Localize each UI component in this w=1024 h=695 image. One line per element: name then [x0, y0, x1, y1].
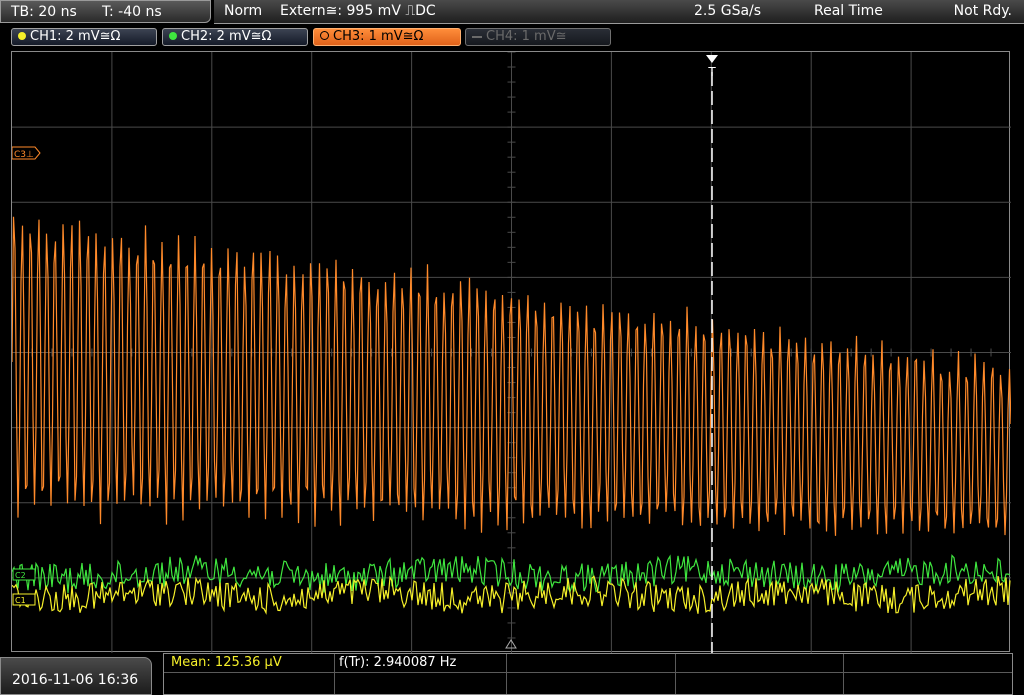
- trigger-mode-label: Norm: [224, 3, 263, 19]
- channel-4-label: CH4: 1 mV≅: [486, 29, 567, 44]
- measurement-col-divider: [843, 654, 844, 694]
- datetime-label: 2016-11-06 16:36: [12, 672, 139, 688]
- channel-3-dot-icon: [320, 31, 329, 40]
- sample-rate-label: 2.5 GSa/s: [694, 3, 762, 19]
- trigger-position-label: T: -40 ns: [102, 4, 162, 20]
- channel-1-dot-icon: [18, 31, 26, 40]
- channel-3-button[interactable]: CH3: 1 mV≅Ω: [313, 28, 461, 46]
- channel-4-off-icon: [472, 35, 482, 38]
- trigger-source-label: Extern≅: 995 mV ⎍DC: [280, 3, 436, 19]
- waveform-svg: T C3⊥ C2 C1: [12, 52, 1011, 653]
- channel-2-offset-marker[interactable]: C2: [12, 568, 36, 581]
- top-status-bar: TB: 20 ns T: -40 ns Norm Extern≅: 995 mV…: [0, 0, 1024, 26]
- acquisition-status-panel[interactable]: Norm Extern≅: 995 mV ⎍DC 2.5 GSa/s Real …: [214, 0, 1024, 24]
- trigger-marker-label: T: [707, 65, 716, 79]
- acquisition-mode-label: Real Time: [814, 3, 883, 19]
- mean-measurement: Mean: 125.36 µV: [171, 655, 282, 670]
- timebase-label: TB: 20 ns: [11, 4, 77, 20]
- measurement-col-divider: [334, 654, 335, 694]
- channel-2-label: CH2: 2 mV≅Ω: [181, 29, 272, 44]
- channel-3-offset-marker[interactable]: C3⊥: [12, 146, 41, 160]
- frequency-measurement: f(Tr): 2.940087 Hz: [339, 655, 457, 670]
- channel-2-dot-icon: [169, 31, 177, 40]
- ready-state-label: Not Rdy.: [953, 3, 1012, 19]
- channel-4-button[interactable]: CH4: 1 mV≅: [465, 28, 611, 46]
- channel-3-offset-label: C3⊥: [14, 150, 34, 160]
- datetime-panel: 2016-11-06 16:36: [0, 657, 152, 695]
- measurement-col-divider: [506, 654, 507, 694]
- channel-1-offset-label: C1: [15, 596, 26, 605]
- measurement-col-divider: [675, 654, 676, 694]
- measurement-row-divider: [164, 672, 1012, 673]
- channel-1-label: CH1: 2 mV≅Ω: [30, 29, 121, 44]
- channel-1-offset-marker[interactable]: C1: [12, 593, 36, 606]
- channel-2-offset-label: C2: [15, 571, 26, 580]
- channel-1-button[interactable]: CH1: 2 mV≅Ω: [11, 28, 157, 46]
- channel-2-button[interactable]: CH2: 2 mV≅Ω: [162, 28, 308, 46]
- trigger-marker[interactable]: T: [706, 55, 718, 79]
- measurement-panel[interactable]: Mean: 125.36 µV f(Tr): 2.940087 Hz: [163, 653, 1013, 695]
- channel-3-label: CH3: 1 mV≅Ω: [333, 29, 424, 44]
- timebase-panel[interactable]: TB: 20 ns T: -40 ns: [0, 0, 211, 23]
- waveform-display[interactable]: T C3⊥ C2 C1: [11, 51, 1011, 653]
